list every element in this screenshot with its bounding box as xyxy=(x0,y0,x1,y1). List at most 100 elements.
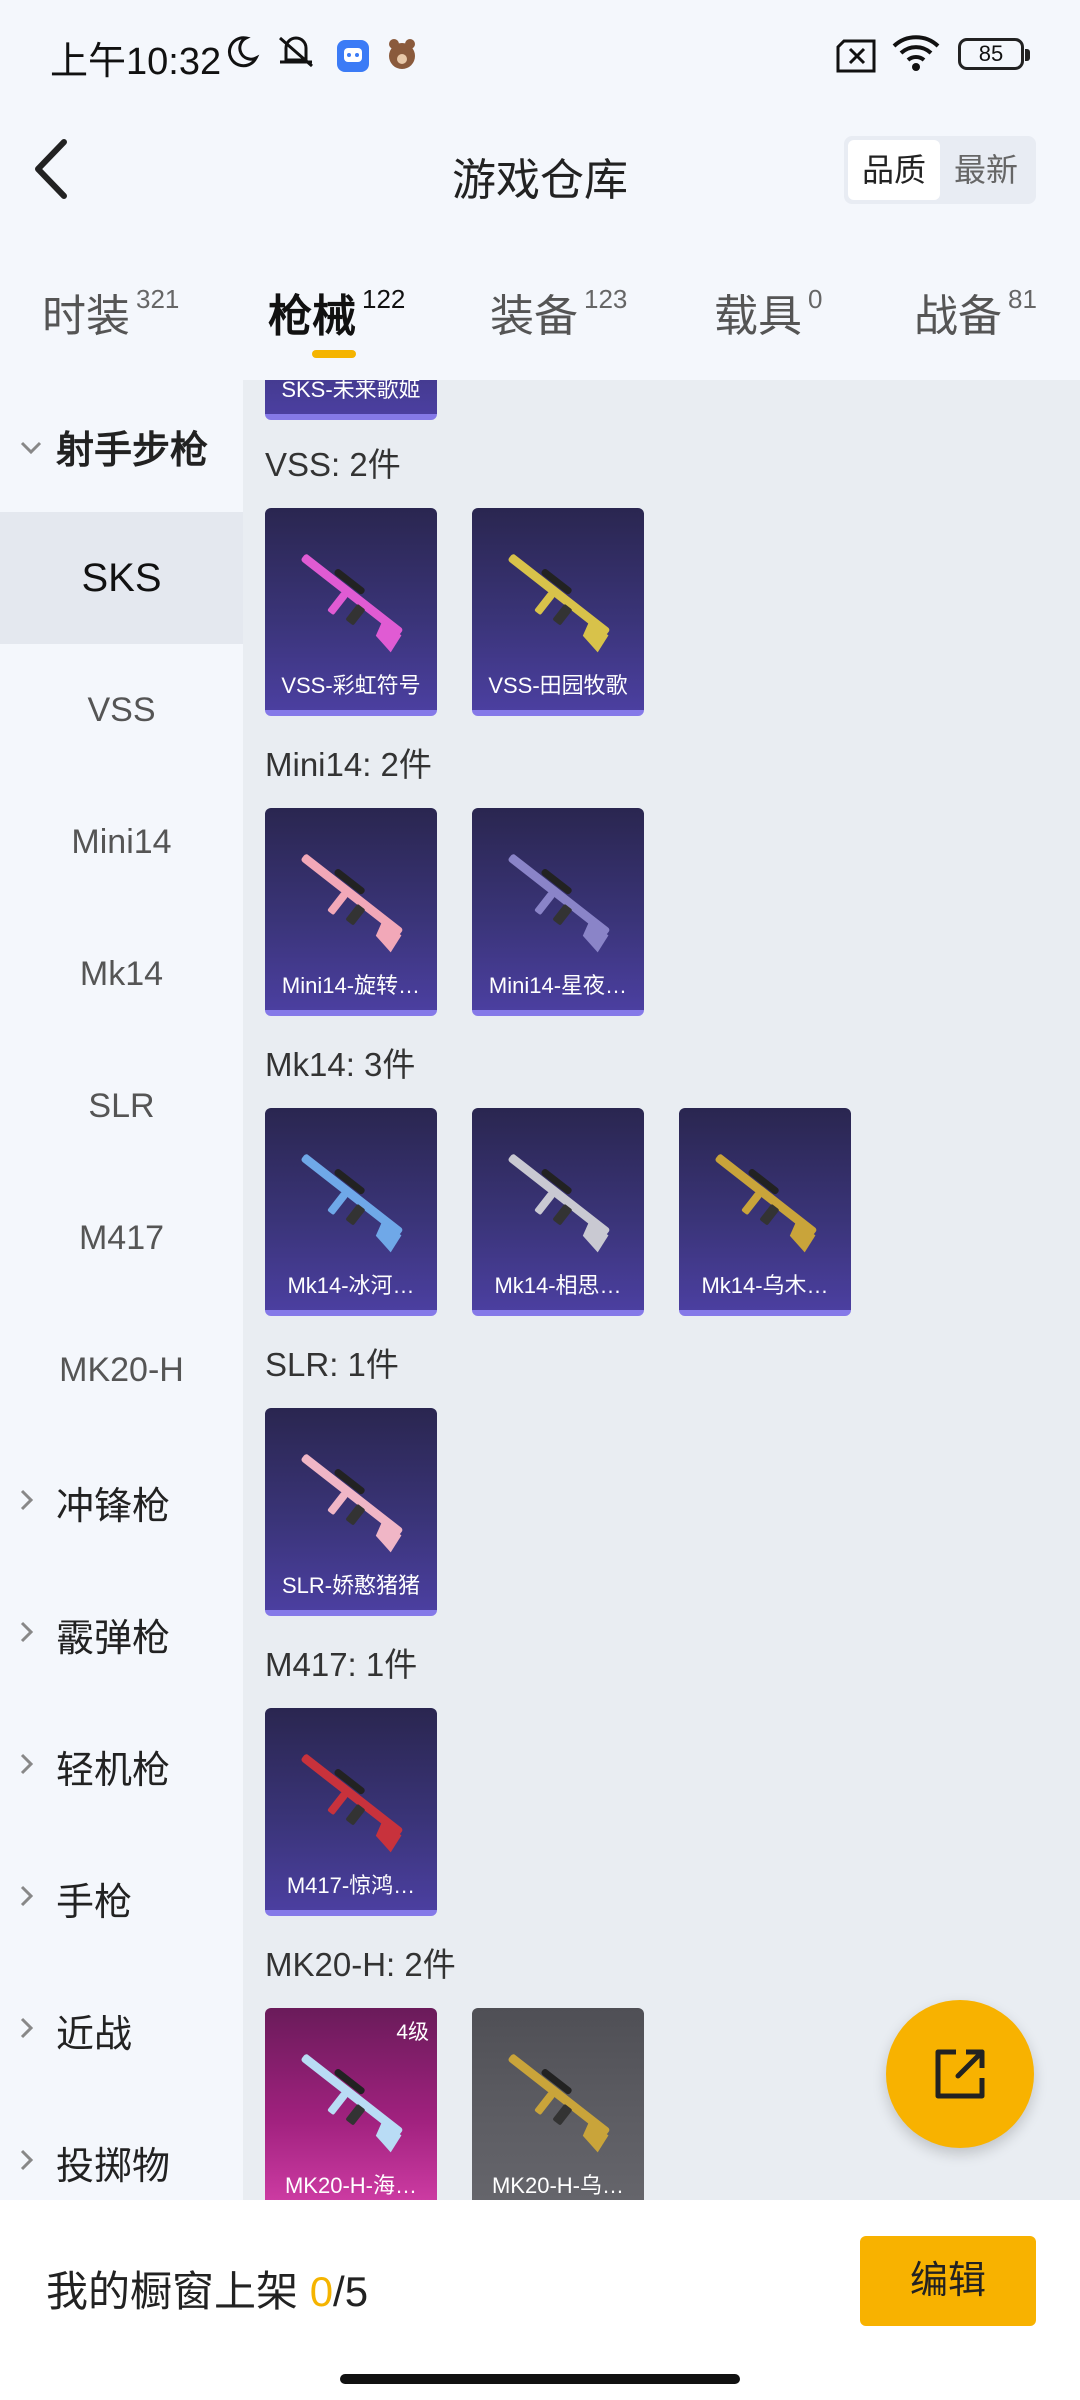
tab-label: 载具 xyxy=(714,292,802,341)
showcase-total: /5 xyxy=(333,2268,369,2315)
tab-label: 装备 xyxy=(490,292,578,341)
sidebar-category-label: 冲锋枪 xyxy=(56,1485,171,1528)
skin-name: Mk14-冰河… xyxy=(287,1273,415,1298)
chevron-right-icon xyxy=(20,1751,34,1782)
sidebar-category-label: 射手步枪 xyxy=(56,429,209,472)
section-label: VSS: 2件 xyxy=(265,446,401,483)
skin-card[interactable]: 4级 MK20-H-海… xyxy=(265,2008,437,2200)
level-badge: 4级 xyxy=(396,2021,429,2044)
tab-label: 战备 xyxy=(914,292,1002,341)
skin-card[interactable]: Mk14-冰河… xyxy=(265,1108,437,1316)
chevron-right-icon xyxy=(20,1883,34,1914)
showcase-label: 我的橱窗上架 xyxy=(46,2268,299,2315)
skin-name: SLR-娇憨猪猪 xyxy=(281,1573,421,1598)
skin-name: VSS-田园牧歌 xyxy=(488,673,628,698)
skin-name: MK20-H-乌… xyxy=(491,2173,624,2198)
avatar-notification-icon xyxy=(384,34,420,74)
edit-button[interactable]: 编辑 xyxy=(860,2236,1036,2326)
skin-card[interactable]: Mk14-相思… xyxy=(472,1108,644,1316)
sidebar-category-throwables[interactable]: 投掷物 xyxy=(0,2096,243,2200)
tab-count: 321 xyxy=(136,284,180,314)
share-button[interactable] xyxy=(886,2000,1034,2148)
sidebar-category-label: 轻机枪 xyxy=(56,1749,171,1792)
chevron-right-icon xyxy=(20,2015,34,2046)
rifle-icon xyxy=(301,2054,403,2153)
tab-label: 时装 xyxy=(42,292,130,341)
skin-card[interactable]: Mini14-星夜… xyxy=(472,808,644,1016)
skin-name: VSS-彩虹符号 xyxy=(281,673,421,698)
skin-name: M417-惊鸿… xyxy=(286,1873,416,1898)
sort-toggle: 品质 最新 xyxy=(844,136,1036,204)
sidebar-item-vss[interactable]: VSS xyxy=(0,644,243,776)
skin-card[interactable]: SLR-娇憨猪猪 xyxy=(265,1408,437,1616)
skin-card[interactable]: SKS-未来歌姬 xyxy=(265,380,437,420)
sort-quality-button[interactable]: 品质 xyxy=(848,140,940,200)
rifle-icon xyxy=(715,1154,817,1253)
skin-name: Mk14-相思… xyxy=(494,1273,622,1298)
skin-name: MK20-H-海… xyxy=(284,2173,417,2198)
sidebar: 射手步枪 SKS VSS Mini14 Mk14 SLR M417 MK20-H… xyxy=(0,380,243,2200)
status-bar: 上午10:32 85 xyxy=(0,0,1080,110)
tab-equipment[interactable]: 装备 123 xyxy=(490,280,627,344)
section-label: Mk14: 3件 xyxy=(265,1046,416,1083)
sidebar-category-label: 近战 xyxy=(56,2013,133,2056)
showcase-count: 0 xyxy=(309,2268,334,2315)
home-indicator[interactable] xyxy=(340,2374,740,2384)
sim-no-signal-icon xyxy=(836,36,878,76)
item-grid: SKS-未来歌姬 VSS: 2件 VSS-彩虹符号 VSS-田园牧歌 Mini14: … xyxy=(243,380,1080,2200)
chevron-right-icon xyxy=(20,1619,34,1650)
sidebar-category-label: 手枪 xyxy=(56,1881,133,1924)
battery-icon: 85 xyxy=(958,38,1030,70)
chevron-right-icon xyxy=(20,2147,34,2178)
section-label: Mini14: 2件 xyxy=(265,746,432,783)
section-label: MK20-H: 2件 xyxy=(265,1946,456,1983)
sidebar-category-melee[interactable]: 近战 xyxy=(0,1964,243,2096)
tab-vehicles[interactable]: 载具 0 xyxy=(714,280,822,344)
skin-name: Mk14-乌木… xyxy=(701,1273,829,1298)
wifi-icon xyxy=(890,32,942,72)
tab-count: 81 xyxy=(1008,284,1037,314)
rifle-icon xyxy=(301,554,403,653)
sidebar-category-marksman-rifles[interactable]: 射手步枪 xyxy=(0,380,243,512)
skin-card[interactable]: M417-惊鸿… xyxy=(265,1708,437,1916)
app-notification-icon xyxy=(336,36,370,76)
rifle-icon xyxy=(301,1754,403,1853)
skin-card[interactable]: MK20-H-乌… xyxy=(472,2008,644,2200)
sidebar-item-mk14[interactable]: Mk14 xyxy=(0,908,243,1040)
rifle-icon xyxy=(508,2054,610,2153)
status-time: 上午10:32 xyxy=(50,41,222,83)
bottom-bar: 我的橱窗上架 0/5 编辑 xyxy=(0,2200,1080,2400)
category-tabs: 时装 321 枪械 122 装备 123 载具 0 战备 81 xyxy=(0,260,1080,380)
sidebar-category-shotguns[interactable]: 霰弹枪 xyxy=(0,1568,243,1700)
sidebar-item-m417[interactable]: M417 xyxy=(0,1172,243,1304)
tab-firearms[interactable]: 枪械 122 xyxy=(268,280,405,344)
rifle-icon xyxy=(301,1154,403,1253)
sort-newest-button[interactable]: 最新 xyxy=(940,140,1032,200)
sidebar-item-slr[interactable]: SLR xyxy=(0,1040,243,1172)
tab-supplies[interactable]: 战备 81 xyxy=(914,280,1037,344)
skin-card[interactable]: Mk14-乌木… xyxy=(679,1108,851,1316)
moon-icon xyxy=(224,32,260,72)
rifle-icon xyxy=(508,1154,610,1253)
skin-name: Mini14-旋转… xyxy=(281,973,421,998)
section-label: M417: 1件 xyxy=(265,1646,418,1683)
skin-name: Mini14-星夜… xyxy=(488,973,628,998)
tab-count: 0 xyxy=(808,284,823,314)
chevron-down-icon xyxy=(20,431,42,462)
tab-count: 123 xyxy=(584,284,628,314)
sidebar-category-label: 投掷物 xyxy=(56,2145,171,2188)
skin-card[interactable]: VSS-彩虹符号 xyxy=(265,508,437,716)
sidebar-category-lmg[interactable]: 轻机枪 xyxy=(0,1700,243,1832)
skin-card[interactable]: Mini14-旋转… xyxy=(265,808,437,1016)
sidebar-category-smg[interactable]: 冲锋枪 xyxy=(0,1436,243,1568)
skin-card[interactable]: VSS-田园牧歌 xyxy=(472,508,644,716)
sidebar-category-pistols[interactable]: 手枪 xyxy=(0,1832,243,1964)
rifle-icon xyxy=(508,554,610,653)
tab-outfits[interactable]: 时装 321 xyxy=(42,280,179,344)
rifle-icon xyxy=(301,1454,403,1553)
tab-label: 枪械 xyxy=(268,292,356,341)
sidebar-item-mini14[interactable]: Mini14 xyxy=(0,776,243,908)
header: 游戏仓库 品质 最新 xyxy=(0,110,1080,230)
sidebar-item-sks[interactable]: SKS xyxy=(0,512,243,644)
sidebar-item-mk20h[interactable]: MK20-H xyxy=(0,1304,243,1436)
